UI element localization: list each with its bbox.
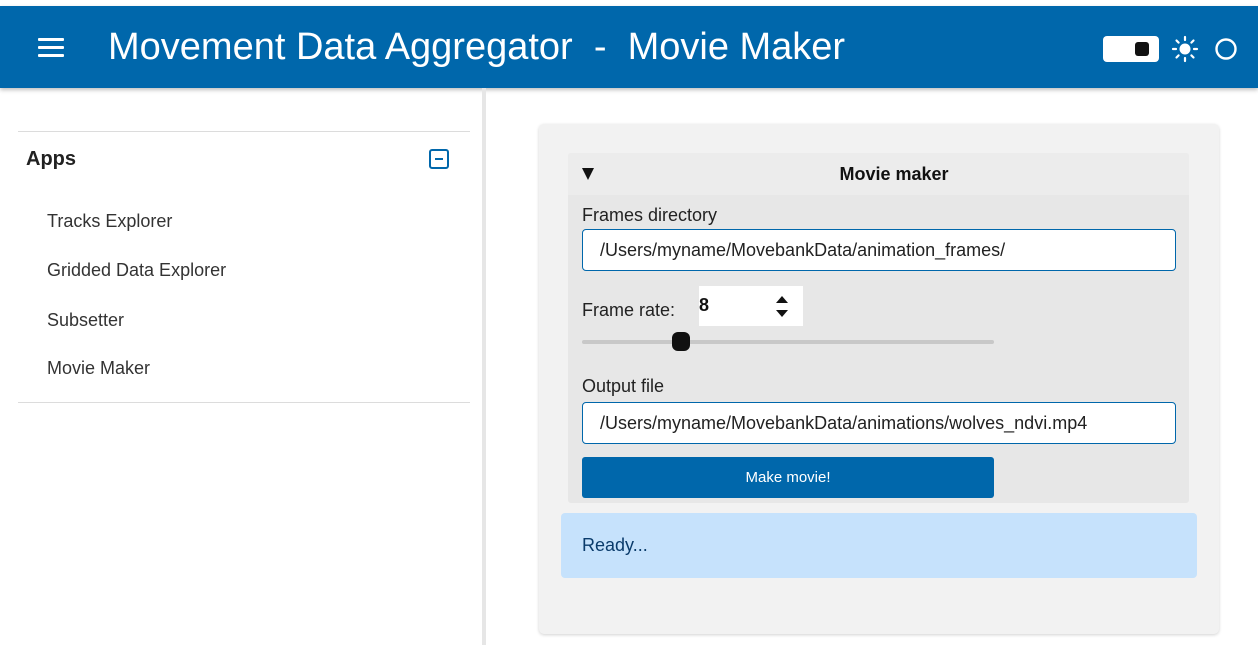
frames-directory-label: Frames directory [582, 205, 718, 225]
sidebar-title: Apps [26, 148, 76, 170]
app-header: Movement Data Aggregator - Movie Maker [0, 6, 1258, 88]
frames-directory-input[interactable] [582, 229, 1176, 271]
stepper-down-icon[interactable] [776, 310, 788, 317]
sidebar-divider [482, 88, 486, 645]
frame-rate-label: Frame rate: [582, 300, 676, 320]
stepper-up-icon[interactable] [776, 296, 788, 303]
accordion-title: Movie maker [839, 164, 949, 184]
frame-rate-value: 8 [699, 295, 710, 315]
app-title: Movement Data Aggregator - Movie Maker [108, 26, 846, 68]
make-movie-button[interactable]: Make movie! [582, 457, 994, 498]
sun-icon[interactable] [1171, 35, 1199, 63]
circle-icon[interactable] [1214, 37, 1238, 61]
toggle-knob [1135, 42, 1149, 56]
triangle-down-icon[interactable] [582, 168, 594, 180]
frame-rate-stepper[interactable]: 8 [699, 286, 803, 326]
sidebar-item-subsetter[interactable]: Subsetter [47, 310, 124, 331]
sidebar-bottom-separator [18, 402, 470, 403]
sidebar-item-gridded-data-explorer[interactable]: Gridded Data Explorer [47, 260, 226, 281]
hamburger-menu-icon[interactable] [38, 36, 68, 58]
status-text: Ready... [582, 535, 648, 555]
frame-rate-slider[interactable] [582, 340, 994, 344]
sidebar-item-tracks-explorer[interactable]: Tracks Explorer [47, 211, 172, 232]
slider-thumb[interactable] [671, 332, 690, 351]
output-file-input[interactable] [582, 402, 1176, 444]
output-file-label: Output file [582, 376, 665, 396]
sidebar-item-movie-maker[interactable]: Movie Maker [47, 358, 150, 379]
status-panel: Ready... [561, 513, 1197, 578]
sidebar-top-separator [18, 131, 470, 132]
minus-square-icon[interactable] [429, 149, 449, 169]
theme-toggle-switch[interactable] [1103, 36, 1159, 62]
